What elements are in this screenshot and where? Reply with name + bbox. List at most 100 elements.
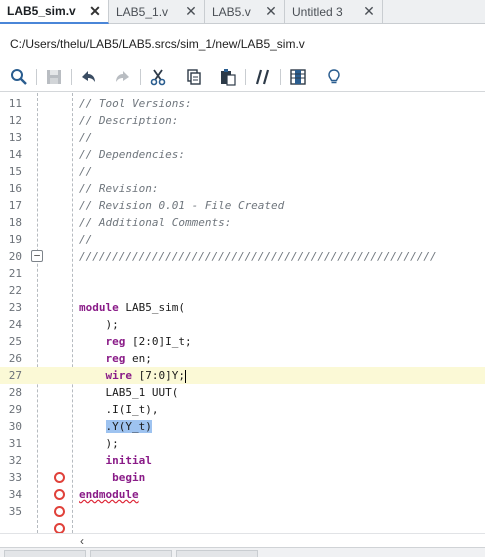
breakpoint-icon[interactable]: [54, 506, 65, 517]
code-text: // Description:: [79, 112, 178, 129]
comment-toggle-icon[interactable]: [253, 67, 273, 87]
code-text: initial: [79, 452, 152, 469]
code-token: .: [79, 403, 113, 416]
line-number: 14: [8, 148, 22, 161]
code-text: ////////////////////////////////////////…: [79, 248, 437, 265]
bottom-panel-tab[interactable]: [176, 550, 258, 557]
close-icon[interactable]: ✕: [184, 4, 198, 18]
bottom-panel-tab[interactable]: [90, 550, 172, 557]
code-text: // Revision 0.01 - File Created: [79, 197, 284, 214]
copy-icon[interactable]: [184, 67, 204, 87]
breakpoint-icon[interactable]: [54, 472, 65, 483]
close-icon[interactable]: ✕: [88, 4, 102, 18]
code-line[interactable]: 12 // Description:: [0, 112, 485, 129]
code-text: .Y(Y_t): [79, 418, 152, 435]
cut-icon[interactable]: [148, 67, 168, 87]
code-editor[interactable]: 11 // Tool Versions: 12 // Description: 13 //…: [0, 93, 485, 533]
tab-label: LAB5.v: [212, 5, 251, 19]
column-select-icon[interactable]: [288, 67, 308, 87]
code-line[interactable]: 35: [0, 503, 485, 520]
fold-toggle-icon[interactable]: −: [31, 250, 43, 262]
bottom-panel-strip: [0, 547, 485, 557]
code-line[interactable]: 16 // Revision:: [0, 180, 485, 197]
line-number: 13: [8, 131, 22, 144]
editor-tab-bar: LAB5_sim.v ✕ LAB5_1.v ✕ LAB5.v ✕ Untitle…: [0, 0, 485, 24]
tab-lab5-sim[interactable]: LAB5_sim.v ✕: [0, 0, 109, 24]
code-token: UUT: [151, 386, 172, 399]
code-line[interactable]: 19 //: [0, 231, 485, 248]
line-number: 35: [8, 505, 22, 518]
code-line[interactable]: 34 endmodule: [0, 486, 485, 503]
line-number: 16: [8, 182, 22, 195]
code-text: // Tool Versions:: [79, 95, 192, 112]
code-line[interactable]: 22: [0, 282, 485, 299]
breakpoint-icon[interactable]: [54, 489, 65, 500]
bottom-panel-tab[interactable]: [4, 550, 86, 557]
code-comment: // Dependencies:: [79, 148, 185, 161]
code-line[interactable]: 27 wire [7:0]Y;: [0, 367, 485, 384]
lightbulb-icon[interactable]: [324, 67, 344, 87]
code-token: );: [79, 318, 119, 331]
breakpoint-icon[interactable]: [54, 523, 65, 533]
code-line[interactable]: 17 // Revision 0.01 - File Created: [0, 197, 485, 214]
code-text: wire [7:0]Y;: [79, 367, 186, 384]
tab-lab5[interactable]: LAB5.v ✕: [205, 0, 285, 24]
code-token: en: [132, 352, 146, 365]
code-line[interactable]: 15 //: [0, 163, 485, 180]
code-token: ;: [178, 369, 185, 382]
tab-label: LAB5_1.v: [116, 5, 169, 19]
code-line[interactable]: 23 module LAB5_sim(: [0, 299, 485, 316]
code-text: //: [79, 129, 92, 146]
line-number: 30: [8, 420, 22, 433]
close-icon[interactable]: ✕: [362, 4, 376, 18]
redo-icon[interactable]: [113, 67, 133, 87]
code-line[interactable]: 33 begin: [0, 469, 485, 486]
horizontal-scrollbar[interactable]: ‹: [0, 533, 485, 548]
code-line[interactable]: 24 );: [0, 316, 485, 333]
code-line[interactable]: 28 LAB5_1 UUT(: [0, 384, 485, 401]
code-line[interactable]: 21: [0, 265, 485, 282]
close-icon[interactable]: ✕: [264, 4, 278, 18]
code-line[interactable]: 11 // Tool Versions:: [0, 95, 485, 112]
selected-text: .Y(Y_t): [105, 420, 152, 433]
code-comment: //: [79, 131, 93, 144]
undo-icon[interactable]: [78, 67, 98, 87]
text-caret: [185, 369, 186, 383]
code-line[interactable]: 30 .Y(Y_t): [0, 418, 485, 435]
code-line[interactable]: 14 // Dependencies:: [0, 146, 485, 163]
code-text: //: [79, 231, 92, 248]
code-line[interactable]: [0, 520, 485, 533]
code-line[interactable]: 32 initial: [0, 452, 485, 469]
tab-untitled-3[interactable]: Untitled 3 ✕: [285, 0, 383, 24]
line-number: 29: [8, 403, 22, 416]
code-text: //: [79, 163, 92, 180]
code-text: // Revision:: [79, 180, 158, 197]
code-comment: // Tool Versions:: [79, 97, 192, 110]
code-text: );: [79, 316, 119, 333]
code-line[interactable]: 31 );: [0, 435, 485, 452]
code-line[interactable]: 18 // Additional Comments:: [0, 214, 485, 231]
code-line[interactable]: 26 reg en;: [0, 350, 485, 367]
code-text: .I(I_t),: [79, 401, 158, 418]
file-path-bar: C:/Users/thelu/LAB5/LAB5.srcs/sim_1/new/…: [0, 25, 485, 63]
code-comment: ////////////////////////////////////////…: [79, 250, 437, 263]
line-number: 24: [8, 318, 22, 331]
code-text: module LAB5_sim(: [79, 299, 185, 316]
search-icon[interactable]: [9, 67, 29, 87]
scroll-left-icon[interactable]: ‹: [80, 534, 92, 548]
line-number: 11: [8, 97, 22, 110]
code-token: I: [112, 403, 119, 416]
code-line[interactable]: 25 reg [2:0]I_t;: [0, 333, 485, 350]
paste-icon[interactable]: [218, 67, 238, 87]
code-line[interactable]: 20 //////////////////////////////////////…: [0, 248, 485, 265]
code-line[interactable]: 13 //: [0, 129, 485, 146]
tab-lab5-1[interactable]: LAB5_1.v ✕: [109, 0, 205, 24]
line-number: 21: [8, 267, 22, 280]
save-icon[interactable]: [44, 67, 64, 87]
code-line[interactable]: 29 .I(I_t),: [0, 401, 485, 418]
